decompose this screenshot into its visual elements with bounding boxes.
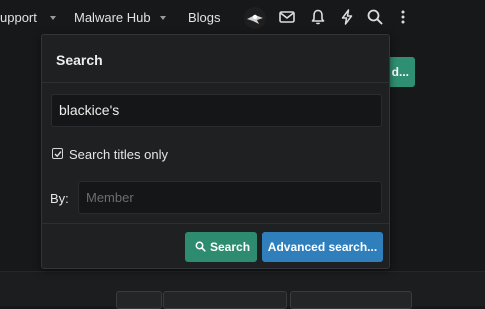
member-input[interactable]: Member [78,181,382,214]
bottom-toolbar-button[interactable] [116,291,162,309]
bottom-toolbar-button[interactable] [163,291,287,309]
search-popup: Search blackice's Search titles only By:… [41,34,390,269]
popup-header: Search [42,35,389,83]
titles-only-checkbox[interactable] [52,148,63,159]
advanced-search-button[interactable]: Advanced search... [262,232,383,262]
chevron-down-icon[interactable] [160,16,166,20]
bell-icon[interactable] [309,8,327,26]
by-label: By: [50,191,69,206]
nav-item-malware-hub[interactable]: Malware Hub [74,10,151,25]
search-icon[interactable] [366,8,384,26]
search-button-label: Search [210,240,251,254]
search-input[interactable]: blackice's [51,94,382,127]
search-button[interactable]: Search [185,232,257,262]
chevron-down-icon[interactable] [50,16,56,20]
search-icon [195,241,206,252]
top-nav: upport Malware Hub Blogs [0,0,485,36]
popup-title: Search [56,52,103,68]
lightning-icon[interactable] [338,8,356,26]
nav-item-blogs[interactable]: Blogs [188,10,221,25]
bottom-toolbar-button[interactable] [290,291,412,309]
check-icon [54,151,62,158]
avatar[interactable] [244,7,266,29]
nav-item-support[interactable]: upport [0,10,37,25]
envelope-icon[interactable] [278,8,296,26]
titles-only-label: Search titles only [69,147,168,162]
more-vertical-icon[interactable] [394,8,412,26]
